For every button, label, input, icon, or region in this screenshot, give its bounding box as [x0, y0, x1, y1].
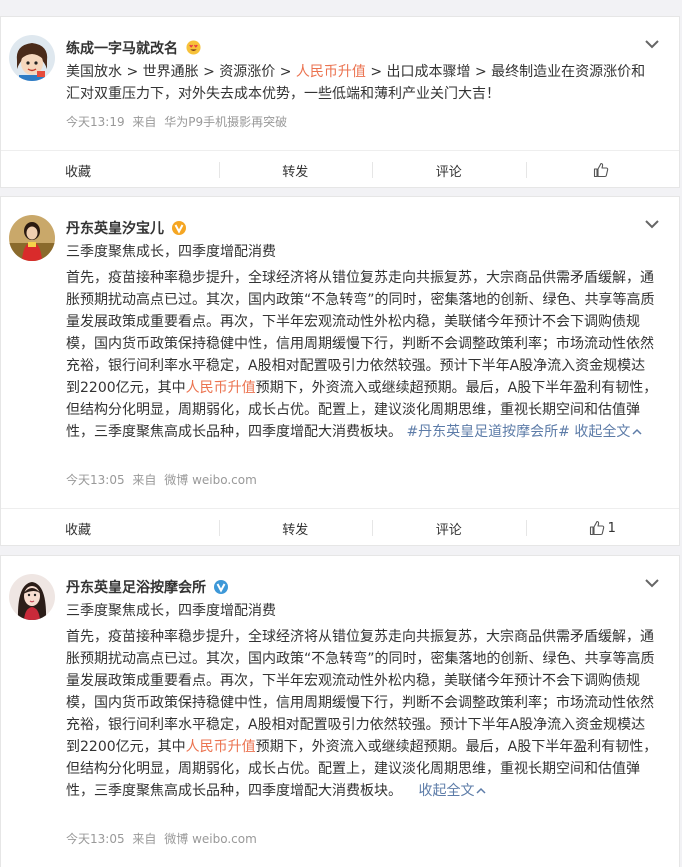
- verified-v-icon: [213, 580, 228, 598]
- collect-label: 收藏: [65, 522, 92, 538]
- text-segment: 首先，疫苗接种率稳步提升，全球经济将从错位复苏走向共振复苏，大宗商品供需矛盾缓解…: [66, 629, 655, 755]
- nickname[interactable]: 丹东英皇足浴按摩会所: [66, 580, 206, 596]
- post-meta: 今天13:19 来自 华为P9手机摄影再突破: [66, 113, 291, 130]
- like-count: 1: [607, 520, 616, 536]
- weibo-post: 丹东英皇汐宝儿 三季度聚焦成长，四季度增配消费 首先，疫苗接种率稳步提升，全球经…: [0, 196, 680, 546]
- user-photo-avatar: [9, 215, 55, 261]
- post-time[interactable]: 今天13:19: [66, 115, 125, 129]
- avatar[interactable]: [9, 35, 55, 81]
- collect-button[interactable]: 收藏: [1, 509, 219, 547]
- post-meta: 今天13:05 来自 微博 weibo.com: [66, 471, 261, 488]
- post-meta: 今天13:05 来自 微博 weibo.com: [66, 830, 261, 847]
- comment-label: 评论: [435, 522, 462, 538]
- avatar[interactable]: [9, 574, 55, 620]
- source-prefix: 来自: [132, 473, 157, 487]
- collapse-link[interactable]: 收起全文: [574, 424, 642, 440]
- cartoon-avatar-icon: [9, 35, 55, 81]
- action-bar: 收藏 转发 评论 1: [1, 508, 679, 547]
- post-summary: 三季度聚焦成长，四季度增配消费: [66, 603, 276, 619]
- thumbs-up-icon: [589, 520, 604, 536]
- verified-v-icon: [171, 221, 186, 239]
- post-time[interactable]: 今天13:05: [66, 832, 125, 846]
- keyword-highlight[interactable]: 人民币升值: [296, 64, 366, 80]
- comment-button[interactable]: 评论: [372, 151, 526, 189]
- chevron-down-icon[interactable]: [645, 39, 659, 49]
- comment-label: 评论: [435, 164, 462, 180]
- keyword-highlight[interactable]: 人民币升值: [186, 739, 256, 755]
- post-text: 首先，疫苗接种率稳步提升，全球经济将从错位复苏走向共振复苏，大宗商品供需矛盾缓解…: [66, 626, 659, 802]
- source-prefix: 来自: [132, 832, 157, 846]
- collapse-label: 收起全文: [418, 783, 475, 799]
- chevron-up-icon: [632, 428, 642, 435]
- post-source[interactable]: 微博 weibo.com: [164, 473, 257, 487]
- post-source[interactable]: 微博 weibo.com: [164, 832, 257, 846]
- chevron-up-icon: [476, 787, 486, 794]
- like-button[interactable]: [525, 151, 680, 189]
- nickname-row: 练成一字马就改名: [66, 38, 201, 59]
- heart-eyes-emoji-icon: [186, 40, 201, 59]
- user-photo-avatar: [9, 574, 55, 620]
- keyword-highlight[interactable]: 人民币升值: [186, 380, 256, 396]
- text-segment: 首先，疫苗接种率稳步提升，全球经济将从错位复苏走向共振复苏，大宗商品供需矛盾缓解…: [66, 270, 655, 396]
- text-segment: 美国放水 > 世界通胀 > 资源涨价 >: [66, 64, 296, 80]
- comment-button[interactable]: 评论: [372, 509, 526, 547]
- repost-label: 转发: [282, 522, 309, 538]
- nickname-row: 丹东英皇足浴按摩会所: [66, 577, 228, 598]
- action-bar: 收藏 转发 评论: [1, 150, 679, 189]
- topic-link[interactable]: #丹东英皇足道按摩会所#: [406, 424, 569, 440]
- repost-button[interactable]: 转发: [218, 509, 373, 547]
- collect-button[interactable]: 收藏: [1, 151, 219, 189]
- repost-label: 转发: [282, 164, 309, 180]
- weibo-post: 丹东英皇足浴按摩会所 三季度聚焦成长，四季度增配消费 首先，疫苗接种率稳步提升，…: [0, 555, 680, 867]
- thumbs-up-icon: [593, 162, 608, 178]
- collect-label: 收藏: [65, 164, 92, 180]
- like-button[interactable]: 1: [525, 509, 680, 547]
- post-time[interactable]: 今天13:05: [66, 473, 125, 487]
- collapse-link[interactable]: 收起全文: [418, 783, 486, 799]
- chevron-down-icon[interactable]: [645, 219, 659, 229]
- avatar[interactable]: [9, 215, 55, 261]
- post-summary: 三季度聚焦成长，四季度增配消费: [66, 244, 276, 260]
- collapse-label: 收起全文: [574, 424, 631, 440]
- post-text: 首先，疫苗接种率稳步提升，全球经济将从错位复苏走向共振复苏，大宗商品供需矛盾缓解…: [66, 267, 659, 443]
- repost-button[interactable]: 转发: [218, 151, 373, 189]
- nickname[interactable]: 丹东英皇汐宝儿: [66, 221, 164, 237]
- post-source[interactable]: 华为P9手机摄影再突破: [164, 115, 287, 129]
- nickname[interactable]: 练成一字马就改名: [66, 41, 178, 57]
- post-text: 美国放水 > 世界通胀 > 资源涨价 > 人民币升值 > 出口成本骤增 > 最终…: [66, 61, 659, 105]
- nickname-row: 丹东英皇汐宝儿: [66, 218, 186, 239]
- weibo-post: 练成一字马就改名 美国放水 > 世界通胀 > 资源涨价 > 人民币升值 > 出口…: [0, 16, 680, 188]
- chevron-down-icon[interactable]: [645, 578, 659, 588]
- source-prefix: 来自: [132, 115, 157, 129]
